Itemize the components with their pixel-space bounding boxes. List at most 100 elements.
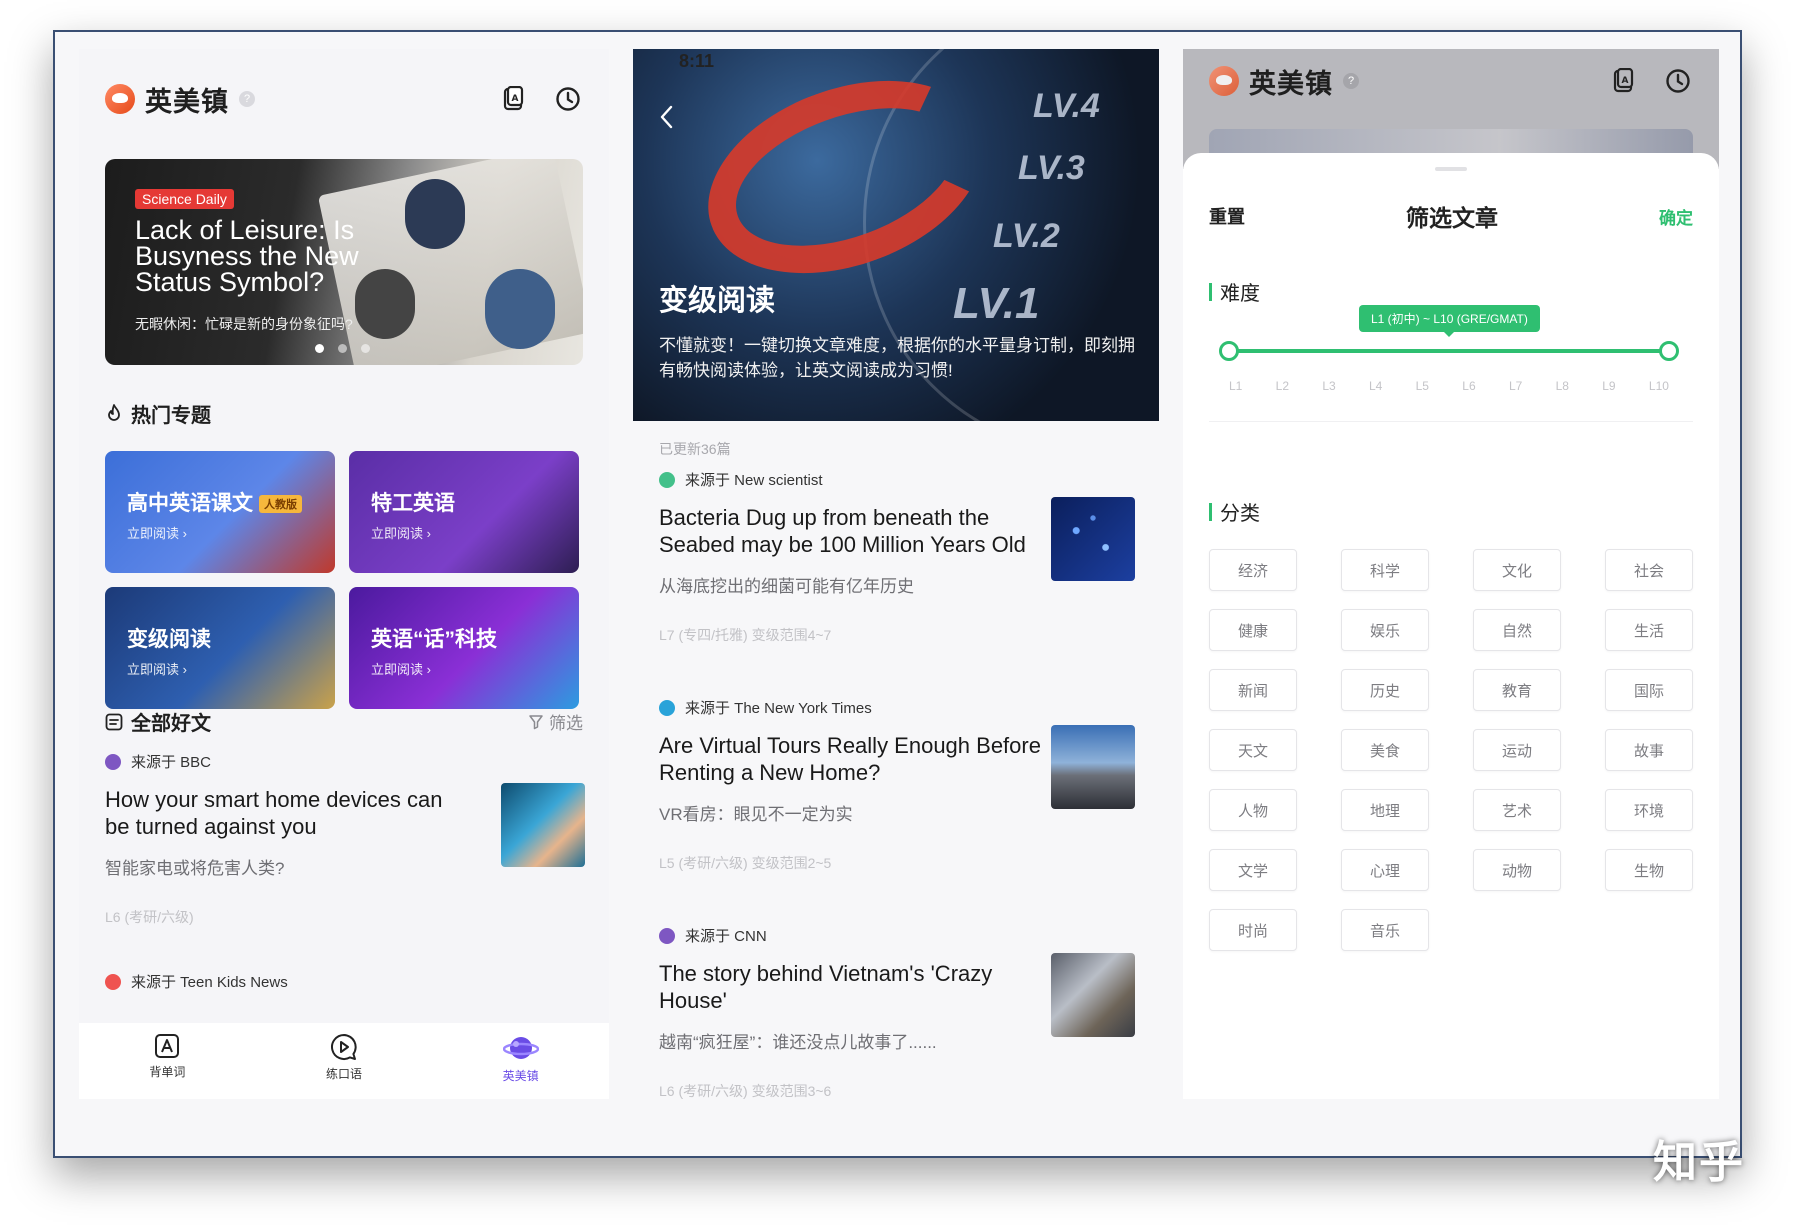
category-chip[interactable]: 运动 — [1473, 729, 1561, 771]
category-chip[interactable]: 自然 — [1473, 609, 1561, 651]
app-logo-icon — [105, 84, 135, 114]
category-chip[interactable]: 天文 — [1209, 729, 1297, 771]
confirm-button[interactable]: 确定 — [1659, 204, 1693, 229]
sheet-grabber[interactable] — [1435, 167, 1467, 171]
banner-source-tag: Science Daily — [135, 189, 234, 209]
category-chip[interactable]: 文学 — [1209, 849, 1297, 891]
article-source: 来源于 New scientist — [685, 472, 823, 489]
bottom-nav: 背单词 练口语 英美镇 — [79, 1023, 609, 1099]
slider-handle-min[interactable] — [1219, 341, 1239, 361]
vocab-icon — [155, 1034, 180, 1058]
help-icon[interactable]: ? — [239, 91, 255, 107]
article-level: L6 (考研/六级) 变级范围3~6 — [659, 1083, 832, 1099]
back-icon[interactable] — [659, 104, 675, 135]
level-ticks: L1 L2 L3 L4 L5 L6 L7 L8 L9 L10 — [1229, 379, 1669, 393]
article-thumbnail — [1051, 953, 1135, 1037]
app-title: 英美镇 — [1249, 68, 1333, 99]
topic-card-graded-reading[interactable]: 变级阅读 立即阅读 › — [105, 587, 335, 709]
topic-card-agent-english[interactable]: 特工英语 立即阅读 › — [349, 451, 579, 573]
category-chip[interactable]: 国际 — [1605, 669, 1693, 711]
hero-description: 不懂就变！一键切换文章难度，根据你的水平量身订制，即刻拥有畅快阅读体验，让英文阅… — [659, 336, 1135, 380]
category-chip[interactable]: 经济 — [1209, 549, 1297, 591]
article-card[interactable]: 来源于 CNN The story behind Vietnam's 'Craz… — [659, 925, 1139, 1099]
article-thumbnail — [1051, 497, 1135, 581]
level-mark: LV.2 — [993, 217, 1060, 255]
category-chip[interactable]: 生物 — [1605, 849, 1693, 891]
category-chip[interactable]: 故事 — [1605, 729, 1693, 771]
fire-icon — [108, 403, 120, 421]
filter-sheet: 重置 筛选文章 确定 难度 L1 (初中) ~ L10 (GRE/GMAT) L… — [1183, 153, 1719, 1099]
level-mark: LV.3 — [1018, 149, 1085, 187]
difficulty-slider[interactable]: L1 (初中) ~ L10 (GRE/GMAT) — [1219, 305, 1679, 367]
category-chip[interactable]: 艺术 — [1473, 789, 1561, 831]
category-chip[interactable]: 环境 — [1605, 789, 1693, 831]
category-chip[interactable]: 历史 — [1341, 669, 1429, 711]
category-chip[interactable]: 社会 — [1605, 549, 1693, 591]
article-subtitle: 智能家电或将危害人类? — [105, 859, 285, 878]
article-thumbnail — [501, 783, 585, 867]
translate-icon[interactable]: A — [499, 84, 529, 114]
app-header: 英美镇 ? A — [105, 79, 583, 119]
updated-count: 已更新36篇 — [659, 441, 731, 457]
dimmed-background[interactable]: 英美镇 ? A — [1183, 49, 1719, 169]
category-chip[interactable]: 美食 — [1341, 729, 1429, 771]
graded-hero: LV.4 LV.3 LV.2 LV.1 8:11 变级阅读 不懂就变！一键切换文… — [633, 49, 1159, 421]
app-logo-icon — [1209, 66, 1239, 96]
source-icon — [659, 471, 675, 488]
level-mark: LV.4 — [1033, 87, 1100, 125]
zhihu-watermark: 知乎 — [1653, 1138, 1745, 1187]
source-icon — [105, 753, 121, 770]
level-mark: LV.1 — [953, 279, 1040, 328]
featured-banner[interactable]: Science Daily Lack of Leisure: Is Busyne… — [105, 159, 583, 365]
carousel-dots[interactable] — [315, 344, 370, 353]
category-chip[interactable]: 地理 — [1341, 789, 1429, 831]
article-card[interactable]: 来源于 New scientist Bacteria Dug up from b… — [659, 469, 1139, 645]
topic-card-tech-english[interactable]: 英语“话”科技 立即阅读 › — [349, 587, 579, 709]
category-chip[interactable]: 心理 — [1341, 849, 1429, 891]
speech-play-icon — [331, 1034, 357, 1060]
article-level: L5 (考研/六级) 变级范围2~5 — [659, 855, 832, 871]
category-chip[interactable]: 健康 — [1209, 609, 1297, 651]
planet-icon — [502, 1037, 539, 1059]
filter-button[interactable]: 筛选 — [528, 709, 583, 734]
category-chip[interactable]: 音乐 — [1341, 909, 1429, 951]
graded-reading-panel: LV.4 LV.3 LV.2 LV.1 8:11 变级阅读 不懂就变！一键切换文… — [633, 49, 1159, 1099]
nav-vocab[interactable]: 背单词 — [79, 1023, 256, 1099]
article-source: 来源于 BBC — [131, 754, 212, 771]
article-title: The story behind Vietnam's 'Crazy House' — [659, 961, 993, 1013]
article-card[interactable]: 来源于 The New York Times Are Virtual Tours… — [659, 697, 1139, 873]
screenshot-frame: 英美镇 ? A Science Daily Lack of Leisure: I… — [53, 30, 1742, 1158]
help-icon: ? — [1343, 73, 1359, 89]
article-card[interactable]: 来源于 BBC How your smart home devices can … — [105, 751, 585, 927]
category-grid: 经济 科学 文化 社会 健康 娱乐 自然 生活 新闻 历史 教育 国际 天文 美… — [1209, 549, 1697, 951]
history-icon — [1663, 66, 1693, 96]
slider-handle-max[interactable] — [1659, 341, 1679, 361]
category-chip[interactable]: 娱乐 — [1341, 609, 1429, 651]
article-title: Bacteria Dug up from beneath the Seabed … — [659, 505, 1026, 557]
category-chip[interactable]: 教育 — [1473, 669, 1561, 711]
category-chip[interactable]: 新闻 — [1209, 669, 1297, 711]
status-time: 8:11 — [679, 51, 715, 71]
history-icon[interactable] — [553, 84, 583, 114]
nav-town[interactable]: 英美镇 — [432, 1023, 609, 1099]
source-icon — [105, 973, 121, 990]
topic-grid: 高中英语课文 人教版 立即阅读 › 特工英语 立即阅读 › 变级阅读 立即阅读 ›… — [105, 451, 585, 709]
article-source: 来源于 CNN — [685, 928, 767, 945]
topic-badge: 人教版 — [259, 495, 302, 514]
category-chip[interactable]: 科学 — [1341, 549, 1429, 591]
category-chip[interactable]: 人物 — [1209, 789, 1297, 831]
category-chip[interactable]: 时尚 — [1209, 909, 1297, 951]
article-title: How your smart home devices can be turne… — [105, 787, 443, 839]
topic-card-textbook[interactable]: 高中英语课文 人教版 立即阅读 › — [105, 451, 335, 573]
reset-button[interactable]: 重置 — [1209, 203, 1245, 229]
hero-title: 变级阅读 — [659, 285, 776, 317]
article-subtitle: 越南“疯狂屋”：谁还没点儿故事了...... — [659, 1033, 937, 1052]
sheet-title: 筛选文章 — [1406, 205, 1498, 231]
article-title: Are Virtual Tours Really Enough Before R… — [659, 733, 1041, 785]
category-chip[interactable]: 文化 — [1473, 549, 1561, 591]
category-chip[interactable]: 动物 — [1473, 849, 1561, 891]
nav-speaking[interactable]: 练口语 — [256, 1023, 433, 1099]
article-card[interactable]: 来源于 Teen Kids News — [105, 971, 288, 992]
article-subtitle: 从海底挖出的细菌可能有亿年历史 — [659, 577, 914, 596]
category-chip[interactable]: 生活 — [1605, 609, 1693, 651]
